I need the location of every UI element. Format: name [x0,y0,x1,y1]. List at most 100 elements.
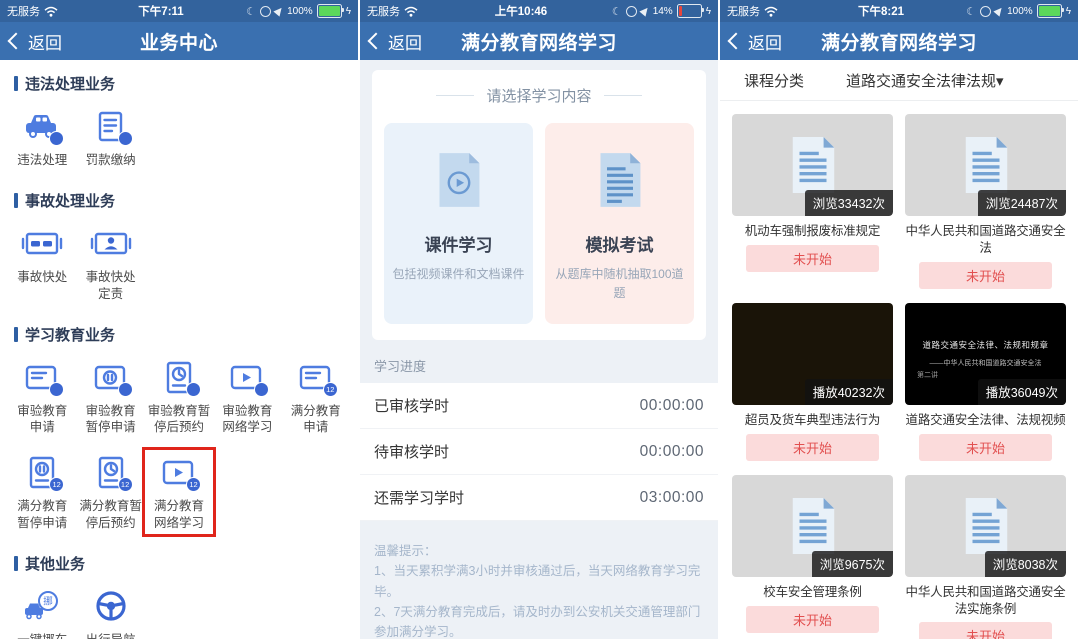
receipt-icon [89,107,133,147]
status-bar: 无服务 下午8:21 ☾ 100% ϟ [720,0,1078,22]
back-button[interactable]: 返回 [720,29,782,54]
grid-item-accident-quick[interactable]: 事故快处 [8,221,76,305]
row-value: 00:00:00 [640,397,704,415]
grid-item-violation-handling[interactable]: 违法处理 [8,104,76,171]
tips-title: 温馨提示： [374,541,704,561]
charging-bolt-icon: ϟ [706,6,711,17]
course-video-thumbnail: 道路交通安全法律、法规和规章 ——中华人民共和国道路交通安全法 第二讲 播放36… [905,303,1066,405]
status-badge: 未开始 [746,245,878,272]
badge-12: 12 [323,382,338,397]
tip-line: 2、7天满分教育完成后，请及时办到公安机关交通管理部门参加满分学习。 [374,602,704,639]
edu-card-play-icon [225,358,269,398]
play-count-badge: 播放36049次 [978,379,1066,405]
do-not-disturb-icon: ☾ [246,5,256,18]
course-grid: 浏览33432次 机动车强制报废标准规定 未开始 浏览24487次 中华人民共和… [720,101,1078,639]
steering-wheel-icon [89,587,133,627]
course-card[interactable]: 浏览8038次 中华人民共和国道路交通安全法实施条例 未开始 [905,475,1066,639]
row-value: 03:00:00 [640,489,704,507]
grid-item-accident-liability[interactable]: 事故快处定责 [76,221,144,305]
status-badge: 未开始 [919,434,1051,461]
carrier-label: 无服务 [367,3,400,19]
grid-item-manfen-pause[interactable]: 12 满分教育暂停申请 [8,450,76,534]
screen-learning-home: 无服务 上午10:46 ☾ 14% ϟ 返回 满分教育网络学习 请选择学习内容 … [360,0,718,639]
status-bar: 无服务 下午7:11 ☾ 100% ϟ [0,0,358,22]
course-title: 校车安全管理条例 [732,584,893,601]
view-count-badge: 浏览9675次 [812,551,893,577]
battery-icon [317,4,342,18]
course-filter-bar: 课程分类 道路交通安全法律法规▾ [720,60,1078,101]
car-icon [20,107,64,147]
back-button[interactable]: 返回 [0,29,62,54]
status-badge: 未开始 [919,262,1051,289]
charging-bolt-icon: ϟ [1066,6,1071,17]
progress-row-remaining: 还需学习学时 03:00:00 [360,475,718,521]
grid-item-shenyan-pause[interactable]: 审验教育暂停申请 [76,355,144,439]
chevron-left-icon [8,33,25,50]
option-title: 模拟考试 [553,231,686,256]
grid-item-shenyan-online[interactable]: 审验教育网络学习 [213,355,281,439]
accident-cars-icon [20,224,64,264]
wifi-icon [764,6,778,17]
do-not-disturb-icon: ☾ [966,5,976,18]
badge [186,382,201,397]
location-arrow-icon [993,5,1004,16]
status-badge: 未开始 [919,622,1051,639]
course-thumbnail: 浏览8038次 [905,475,1066,577]
battery-percent-label: 100% [1007,6,1033,17]
video-title-line: 道路交通安全法律、法规和规章 [922,339,1048,351]
progress-row-pending: 待审核学时 00:00:00 [360,429,718,475]
option-desc: 包括视频课件和文档课件 [392,265,525,284]
doc-lines-icon [594,150,646,210]
course-thumbnail: 浏览24487次 [905,114,1066,216]
course-title: 超员及货车典型违法行为 [732,412,893,429]
edu-card-lines-icon: 12 [294,358,338,398]
course-card[interactable]: 播放40232次 超员及货车典型违法行为 未开始 [732,303,893,461]
option-desc: 从题库中随机抽取100道题 [553,265,686,302]
chevron-left-icon [368,33,385,50]
doc-lines-icon [959,495,1013,557]
grid-item-move-car[interactable]: 挪 一键挪车 [8,584,76,639]
section-title-accident: 事故处理业务 [14,190,344,211]
doc-play-icon [433,150,485,210]
grid-item-shenyan-apply[interactable]: 审验教育申请 [8,355,76,439]
row-label: 待审核学时 [374,441,449,462]
chevron-left-icon [728,33,745,50]
badge [49,382,64,397]
grid-item-navigation[interactable]: 出行导航 [76,584,144,639]
row-label: 还需学习学时 [374,487,464,508]
grid-item-manfen-reserve[interactable]: 12 满分教育暂停后预约 [76,450,144,534]
grid-item-fine-payment[interactable]: 罚款缴纳 [76,104,144,171]
battery-icon [1037,4,1062,18]
doc-lines-icon [786,134,840,196]
location-arrow-icon [273,5,284,16]
charging-bolt-icon: ϟ [346,6,351,17]
status-badge: 未开始 [746,434,878,461]
section-title-violation: 违法处理业务 [14,73,344,94]
back-button[interactable]: 返回 [360,29,422,54]
move-car-icon: 挪 [20,587,64,627]
option-mock-exam[interactable]: 模拟考试 从题库中随机抽取100道题 [545,123,694,324]
filter-label: 课程分类 [744,70,804,91]
course-title: 机动车强制报废标准规定 [732,223,893,240]
course-card[interactable]: 浏览24487次 中华人民共和国道路交通安全法 未开始 [905,114,1066,289]
course-thumbnail: 浏览9675次 [732,475,893,577]
course-video-thumbnail: 播放40232次 [732,303,893,405]
badge [118,131,133,146]
edu-doc-pause-icon: 12 [20,453,64,493]
category-dropdown[interactable]: 道路交通安全法律法规▾ [846,70,1004,91]
nav-bar: 返回 满分教育网络学习 [360,22,718,60]
option-courseware-learning[interactable]: 课件学习 包括视频课件和文档课件 [384,123,533,324]
location-arrow-icon [639,5,650,16]
dropdown-caret-icon: ▾ [996,73,1004,90]
course-card[interactable]: 道路交通安全法律、法规和规章 ——中华人民共和国道路交通安全法 第二讲 播放36… [905,303,1066,461]
course-card[interactable]: 浏览9675次 校车安全管理条例 未开始 [732,475,893,639]
option-title: 课件学习 [392,231,525,256]
doc-lines-icon [786,495,840,557]
edu-card-lines-icon [20,358,64,398]
grid-item-shenyan-reserve[interactable]: 审验教育暂停后预约 [145,355,213,439]
grid-item-manfen-online-highlighted[interactable]: 12 满分教育网络学习 [145,450,213,534]
screen-business-center: 无服务 下午7:11 ☾ 100% ϟ 返回 业务中心 违法处理业务 违法处理 [0,0,358,639]
battery-icon [677,4,702,18]
grid-item-manfen-apply[interactable]: 12 满分教育申请 [282,355,350,439]
course-card[interactable]: 浏览33432次 机动车强制报废标准规定 未开始 [732,114,893,289]
